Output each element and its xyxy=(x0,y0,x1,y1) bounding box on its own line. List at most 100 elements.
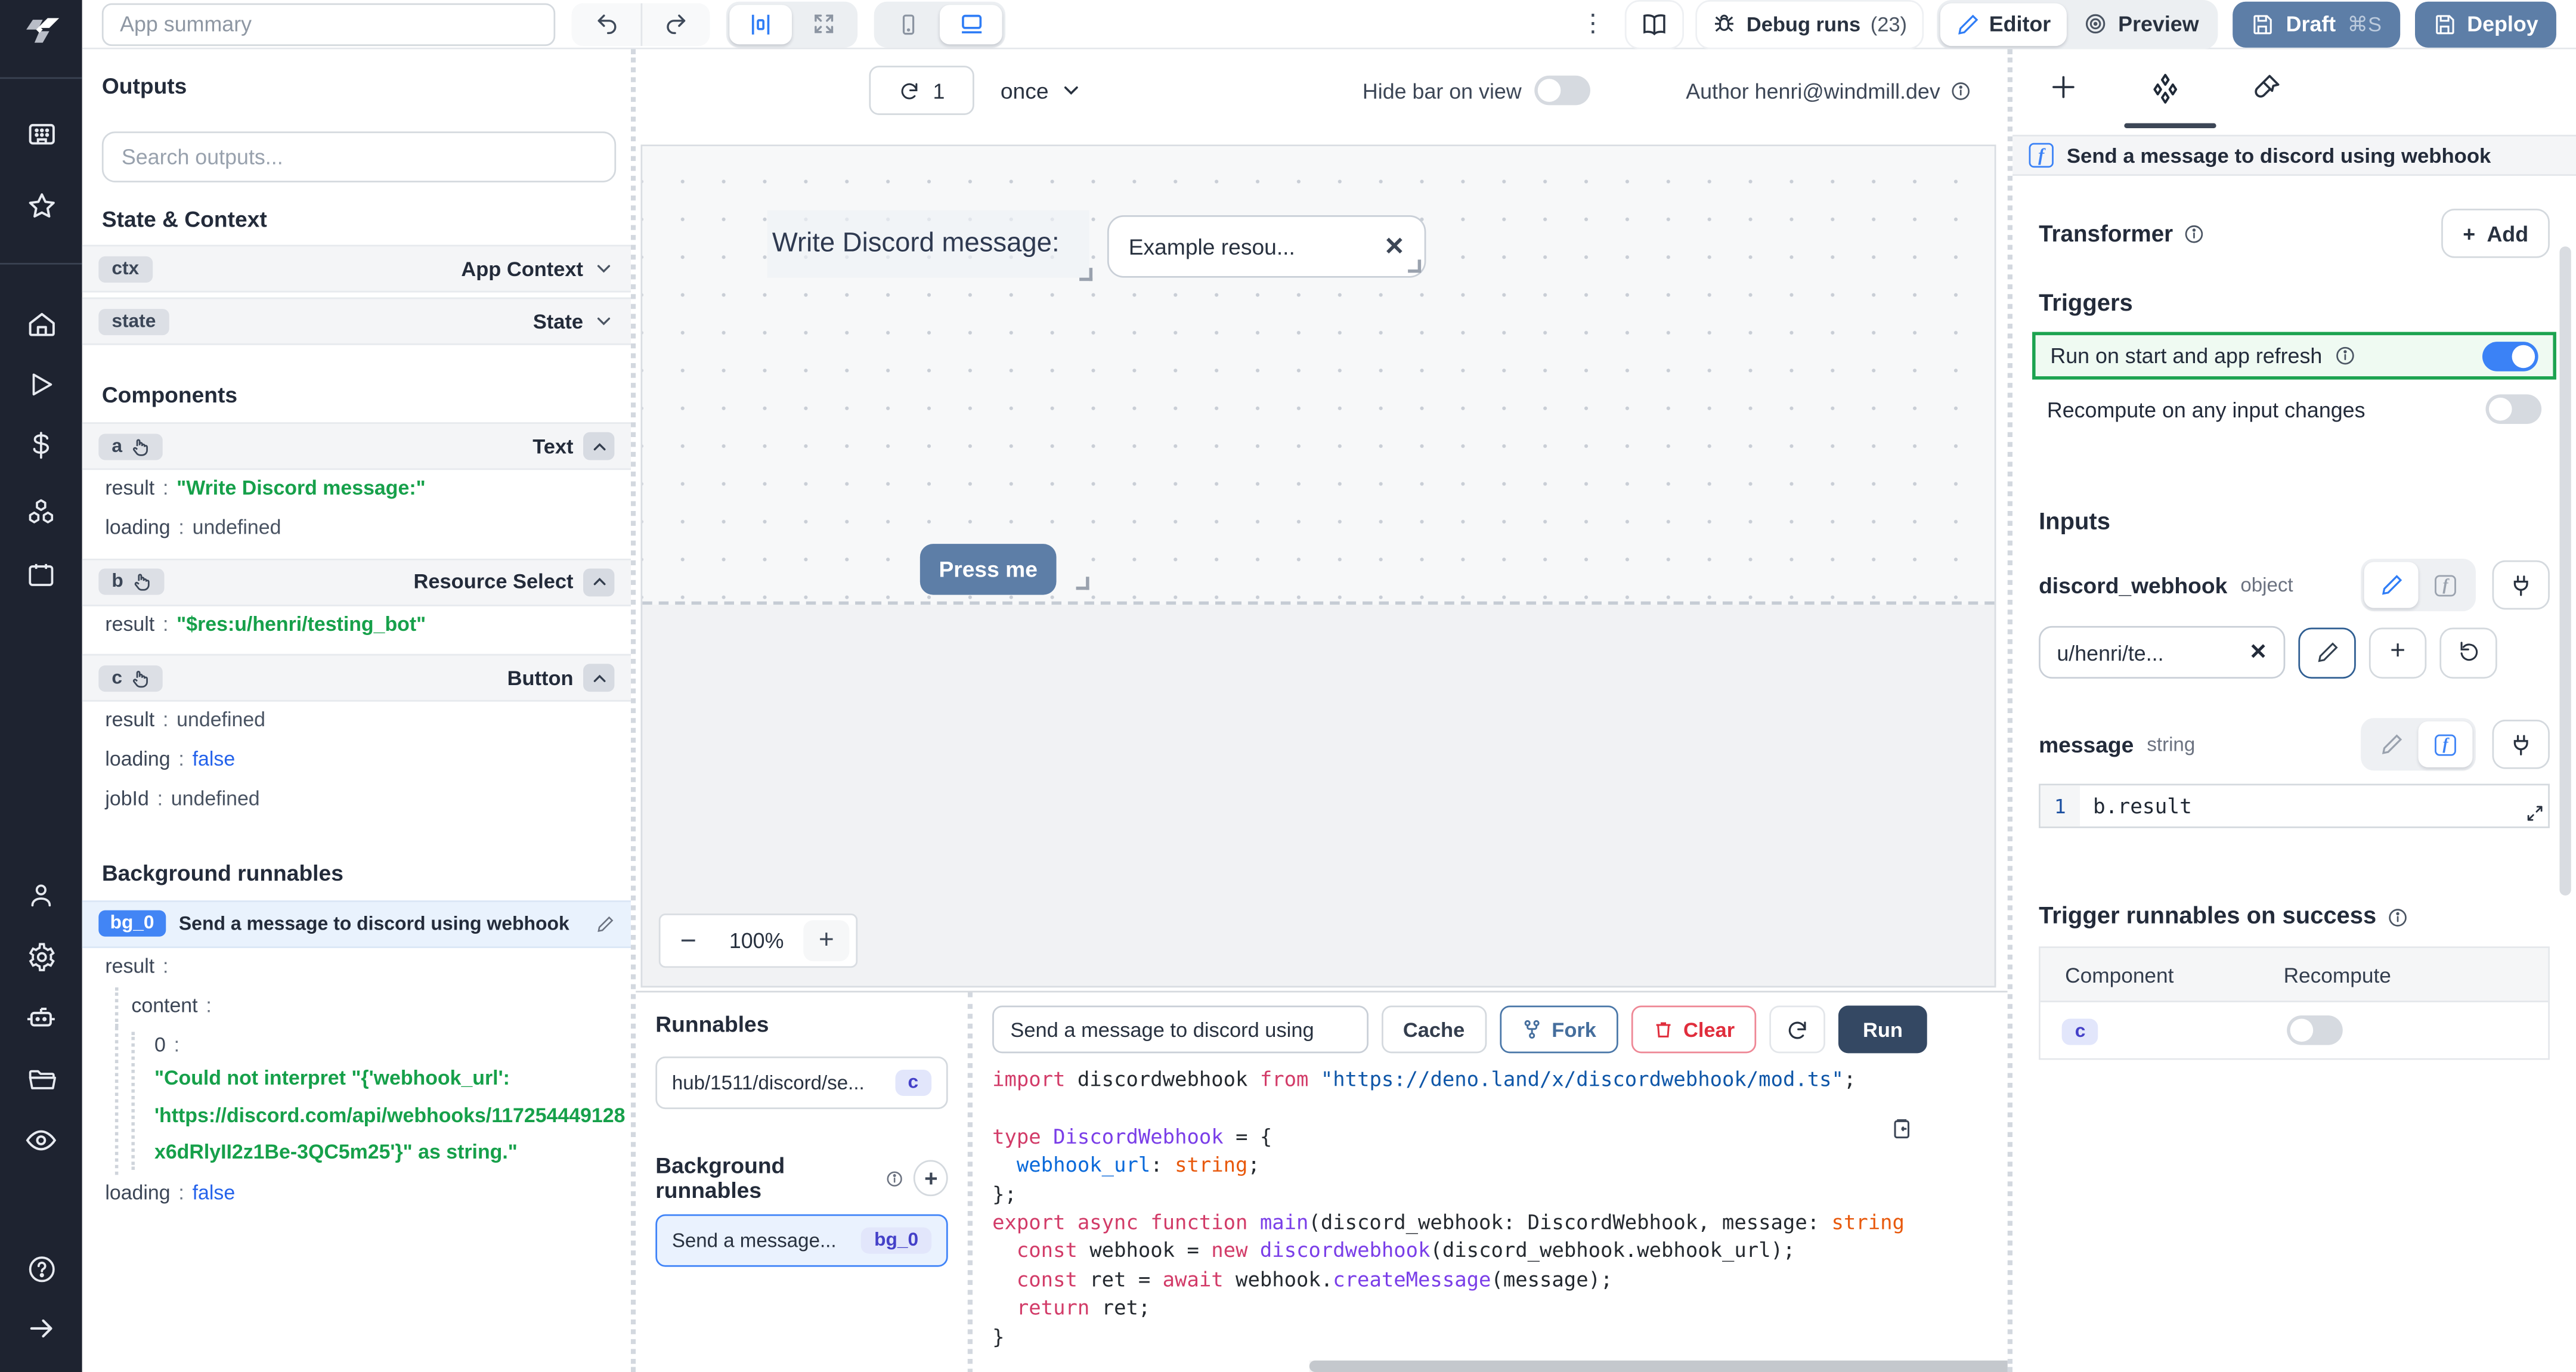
tab-style-paintbrush-icon[interactable] xyxy=(2216,72,2318,102)
code-line: } xyxy=(992,1325,1005,1349)
component-row-b[interactable]: b Resource Select xyxy=(82,558,631,606)
windmill-logo-icon[interactable] xyxy=(0,10,82,53)
refresh-script-button[interactable] xyxy=(1769,1005,1825,1054)
draft-button[interactable]: Draft ⌘S xyxy=(2233,1,2400,47)
collapse-arrow-icon[interactable] xyxy=(0,1306,82,1349)
refresh-icon xyxy=(901,82,918,99)
favorites-star-icon[interactable] xyxy=(0,184,82,227)
tab-insert-plus-icon[interactable] xyxy=(2012,72,2114,102)
resize-handle[interactable] xyxy=(1076,577,1089,590)
search-outputs-input[interactable]: Search outputs... xyxy=(101,131,617,182)
clear-button[interactable]: Clear xyxy=(1630,1005,1756,1054)
vertical-scrollbar[interactable] xyxy=(2559,246,2571,896)
folders-icon[interactable] xyxy=(0,1058,82,1101)
eval-function-icon[interactable]: f xyxy=(2418,721,2473,767)
resources-cubes-icon[interactable] xyxy=(0,491,82,534)
app-canvas[interactable]: Write Discord message: Example resou... … xyxy=(640,144,1996,988)
users-person-icon[interactable] xyxy=(0,874,82,917)
refresh-count-button[interactable]: 1 xyxy=(869,66,974,115)
comp-c-id: c xyxy=(112,668,122,689)
zoom-in-button[interactable]: + xyxy=(803,920,850,962)
runs-play-icon[interactable] xyxy=(0,363,82,406)
run-on-start-toggle[interactable] xyxy=(2482,340,2538,371)
mobile-view-button[interactable] xyxy=(877,4,940,44)
run-button[interactable]: Run xyxy=(1838,1005,1928,1054)
recompute-c-toggle[interactable] xyxy=(2287,1015,2343,1045)
static-pencil-icon[interactable] xyxy=(2364,562,2419,608)
tab-preview[interactable]: Preview xyxy=(2067,2,2215,45)
transformer-title: Transformer xyxy=(2039,220,2174,247)
collapse-chevron-up-icon[interactable] xyxy=(583,664,615,693)
clear-x-icon[interactable]: ✕ xyxy=(1384,232,1405,261)
canvas-resource-select[interactable]: Example resou... ✕ xyxy=(1107,215,1426,278)
recompute-toggle[interactable] xyxy=(2485,394,2542,424)
canvas-press-me-button[interactable]: Press me xyxy=(919,544,1057,595)
schedules-calendar-icon[interactable] xyxy=(0,554,82,597)
info-icon[interactable] xyxy=(1950,80,1971,101)
add-transformer-button[interactable]: + Add xyxy=(2441,208,2550,258)
canvas-text-component[interactable]: Write Discord message: xyxy=(767,210,1093,281)
resource-picker-input[interactable]: u/henri/te... ✕ xyxy=(2039,625,2286,679)
table-header: Component Recompute xyxy=(2040,948,2549,1002)
eval-function-icon[interactable]: f xyxy=(2419,562,2473,608)
cache-button[interactable]: Cache xyxy=(1382,1005,1487,1054)
fork-button[interactable]: Fork xyxy=(1499,1005,1618,1054)
component-row-a[interactable]: a Text xyxy=(82,422,631,470)
deploy-button[interactable]: Deploy xyxy=(2414,1,2556,47)
runnable-title: Send a message to discord using webhook xyxy=(2066,144,2491,167)
hide-bar-toggle[interactable] xyxy=(1534,75,1591,106)
chevron-down-icon[interactable] xyxy=(593,311,615,332)
component-row-c[interactable]: c Button xyxy=(82,655,631,703)
redo-button[interactable] xyxy=(640,2,710,45)
code-editor[interactable]: import discordwebhook from "https://deno… xyxy=(992,1066,1991,1359)
collapse-chevron-up-icon[interactable] xyxy=(583,432,615,460)
chevron-down-icon[interactable] xyxy=(593,258,615,280)
edit-pencil-icon[interactable] xyxy=(596,915,614,933)
canvas-grid[interactable]: Write Discord message: Example resou... … xyxy=(642,146,1995,605)
docs-book-button[interactable] xyxy=(1626,1,1683,47)
help-question-icon[interactable] xyxy=(0,1247,82,1290)
home-icon[interactable] xyxy=(0,302,82,345)
refresh-resource-button[interactable] xyxy=(2439,627,2497,678)
collapse-chevron-up-icon[interactable] xyxy=(583,568,615,596)
runnable-item-bg0[interactable]: Send a message... bg_0 xyxy=(655,1214,948,1267)
connect-plug-icon[interactable] xyxy=(2492,719,2550,769)
code-editor-toolbar: Send a message to discord using Cache Fo… xyxy=(973,992,2008,1063)
fullscreen-button[interactable] xyxy=(792,4,854,44)
runnables-list: Runnables hub/1511/discord/se... c Backg… xyxy=(636,992,973,1372)
workspace-icon[interactable] xyxy=(0,113,82,156)
audit-eye-icon[interactable] xyxy=(0,1119,82,1162)
tab-editor[interactable]: Editor xyxy=(1940,2,2067,45)
workers-robot-icon[interactable] xyxy=(0,996,82,1039)
settings-gear-icon[interactable] xyxy=(0,935,82,978)
resize-handle[interactable] xyxy=(1079,268,1093,281)
refresh-mode-value: once xyxy=(1000,78,1049,103)
more-menu-button[interactable]: ⋮ xyxy=(1574,11,1612,36)
variables-dollar-icon[interactable] xyxy=(0,424,82,467)
static-pencil-icon[interactable] xyxy=(2364,721,2419,767)
runnable-item-c[interactable]: hub/1511/discord/se... c xyxy=(655,1056,948,1110)
connect-plug-icon[interactable] xyxy=(2492,560,2550,610)
expand-editor-icon[interactable] xyxy=(2525,804,2545,823)
message-expression-editor[interactable]: 1 b.result xyxy=(2039,783,2550,828)
center-canvas-button[interactable] xyxy=(729,4,792,44)
debug-runs-button[interactable]: Debug runs (23) xyxy=(1697,1,1922,47)
copy-clipboard-icon[interactable] xyxy=(1889,1116,1912,1142)
add-resource-button[interactable]: + xyxy=(2368,627,2427,678)
clear-x-icon[interactable]: ✕ xyxy=(2249,639,2267,665)
script-name-input[interactable]: Send a message to discord using xyxy=(992,1005,1368,1054)
zoom-level: 100% xyxy=(729,928,784,953)
undo-button[interactable] xyxy=(571,2,641,45)
desktop-view-button[interactable] xyxy=(939,4,1002,44)
col-recompute: Recompute xyxy=(2283,962,2391,987)
tab-settings-diamonds-icon[interactable] xyxy=(2114,72,2216,105)
bg0-output-row[interactable]: bg_0 Send a message to discord using web… xyxy=(82,900,631,948)
output-row-ctx[interactable]: ctx App Context xyxy=(82,244,631,293)
app-summary-input[interactable]: App summary xyxy=(101,2,556,45)
resize-handle[interactable] xyxy=(1408,259,1422,273)
edit-resource-pencil-button[interactable] xyxy=(2298,627,2356,678)
add-background-runnable-button[interactable]: + xyxy=(914,1160,948,1197)
output-row-state[interactable]: state State xyxy=(82,297,631,345)
refresh-mode-select[interactable]: once xyxy=(1001,78,1083,103)
zoom-out-button[interactable]: − xyxy=(667,927,710,955)
